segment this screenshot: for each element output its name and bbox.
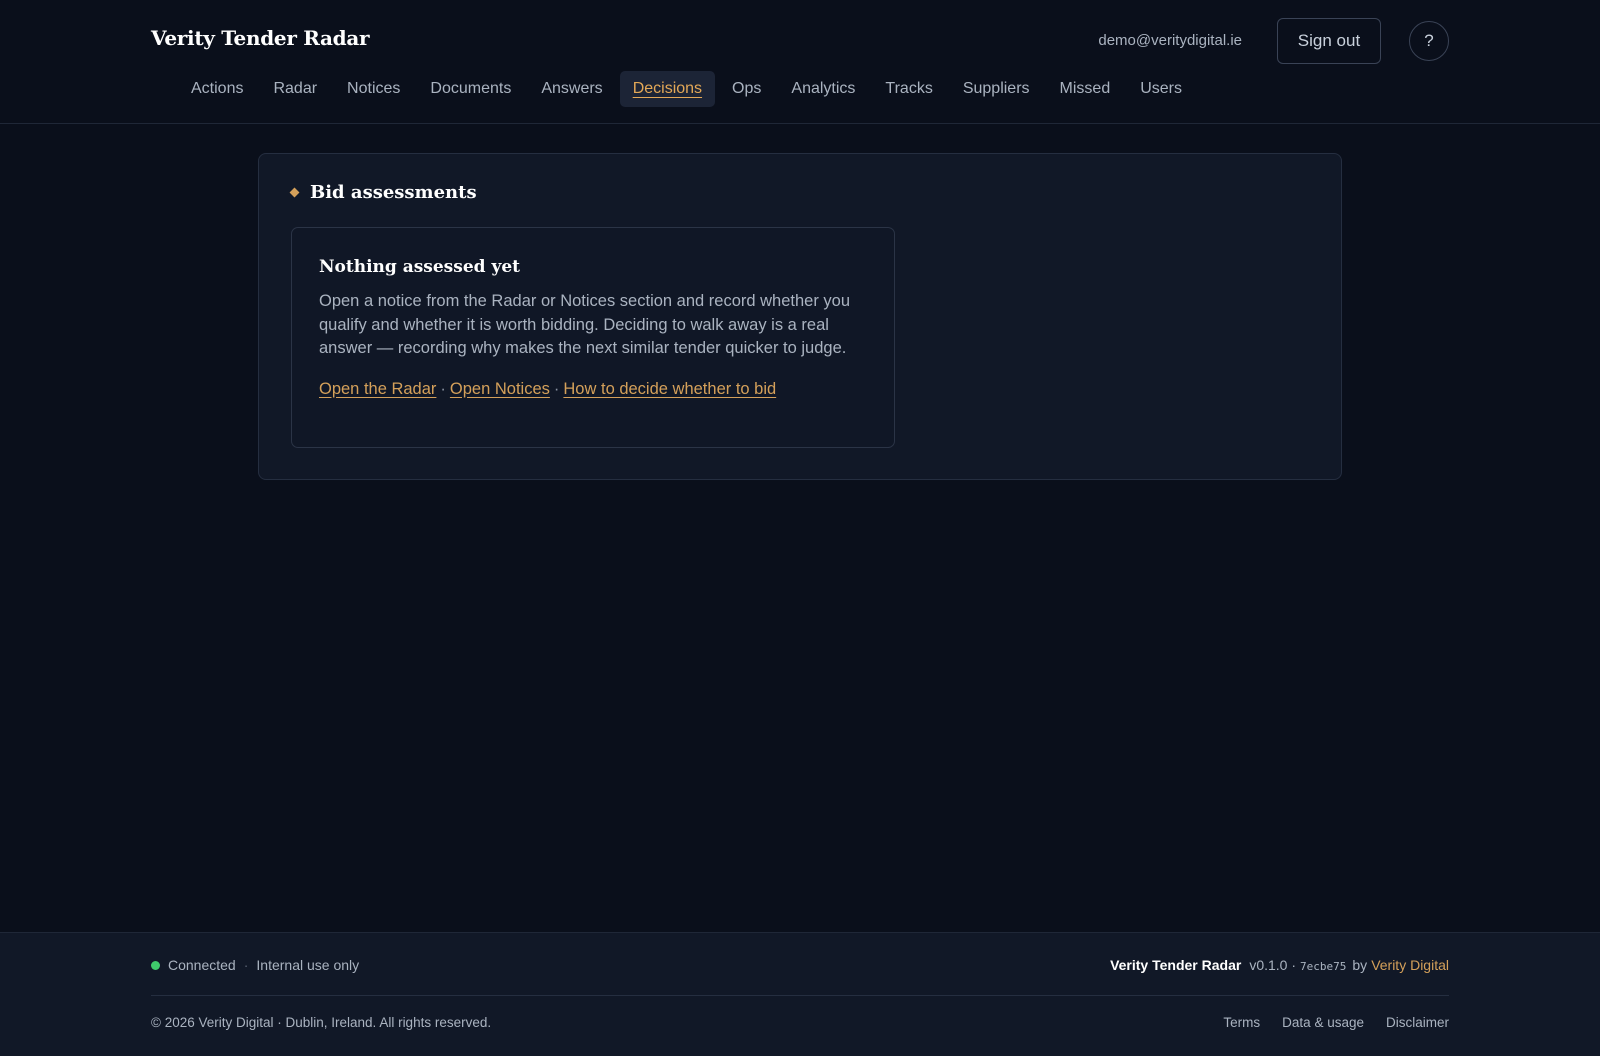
status-text: Connected <box>168 957 236 973</box>
link-separator: · <box>553 379 560 398</box>
help-icon[interactable]: ? <box>1409 21 1449 61</box>
nav-item-decisions[interactable]: Decisions <box>619 71 716 107</box>
empty-state-links: Open the Radar · Open Notices · How to decid… <box>319 378 867 401</box>
nav-item-notices[interactable]: Notices <box>334 71 413 107</box>
user-email: demo@veritydigital.ie <box>1098 32 1242 49</box>
open-notices-link[interactable]: Open Notices <box>450 380 550 398</box>
status-dot-icon <box>151 960 160 970</box>
app-brand[interactable]: Verity Tender Radar <box>151 26 370 50</box>
main-nav: Actions Radar Notices Documents Answers … <box>178 71 1195 107</box>
terms-link[interactable]: Terms <box>1223 1015 1260 1030</box>
link-separator: · <box>440 379 446 398</box>
footer-links: Terms Data & usage Disclaimer <box>1223 1015 1449 1030</box>
nav-item-ops[interactable]: Ops <box>719 71 774 107</box>
version-text: v0.1.0 · <box>1249 957 1297 973</box>
data-usage-link[interactable]: Data & usage <box>1282 1015 1364 1030</box>
empty-state: Nothing assessed yet Open a notice from … <box>291 227 895 448</box>
by-text: by <box>1352 957 1368 973</box>
footer-divider <box>151 995 1449 996</box>
nav-item-analytics[interactable]: Analytics <box>778 71 868 107</box>
sign-out-button[interactable]: Sign out <box>1277 18 1381 64</box>
empty-state-text: Open a notice from the Radar or Notices … <box>319 292 851 357</box>
app-header: Verity Tender Radar demo@veritydigital.i… <box>0 0 1600 124</box>
nav-item-documents[interactable]: Documents <box>417 71 524 107</box>
page: Verity Tender Radar demo@veritydigital.i… <box>0 0 1600 1056</box>
nav-item-radar[interactable]: Radar <box>260 71 330 107</box>
disclaimer-link[interactable]: Disclaimer <box>1386 1015 1449 1030</box>
nav-item-tracks[interactable]: Tracks <box>872 71 945 107</box>
nav-item-users[interactable]: Users <box>1127 71 1195 107</box>
version-info: Verity Tender Radar v0.1.0 · 7ecbe75 by … <box>1110 957 1449 973</box>
section-title: Bid assessments <box>310 182 477 203</box>
diamond-icon <box>289 187 300 198</box>
app-footer: Connected · Internal use only Verity Ten… <box>0 932 1600 1056</box>
open-radar-link[interactable]: Open the Radar <box>319 380 436 398</box>
card-header: Bid assessments <box>289 182 477 203</box>
footer-brand: Verity Tender Radar <box>1110 957 1242 973</box>
nav-item-suppliers[interactable]: Suppliers <box>950 71 1043 107</box>
nav-item-answers[interactable]: Answers <box>528 71 615 107</box>
nav-item-missed[interactable]: Missed <box>1047 71 1124 107</box>
connection-status: Connected · Internal use only <box>151 957 359 973</box>
copyright: © 2026 Verity Digital · Dublin, Ireland.… <box>151 1015 492 1030</box>
empty-state-title: Nothing assessed yet <box>319 257 520 277</box>
status-separator: · <box>243 957 249 973</box>
commit-hash: 7ecbe75 <box>1300 960 1347 973</box>
how-to-decide-link[interactable]: How to decide whether to bid <box>563 380 776 398</box>
usage-note: Internal use only <box>256 957 360 973</box>
company-link[interactable]: Verity Digital <box>1371 957 1449 973</box>
bid-assessments-card: Bid assessments Nothing assessed yet Ope… <box>258 153 1342 480</box>
nav-item-actions[interactable]: Actions <box>178 71 256 107</box>
